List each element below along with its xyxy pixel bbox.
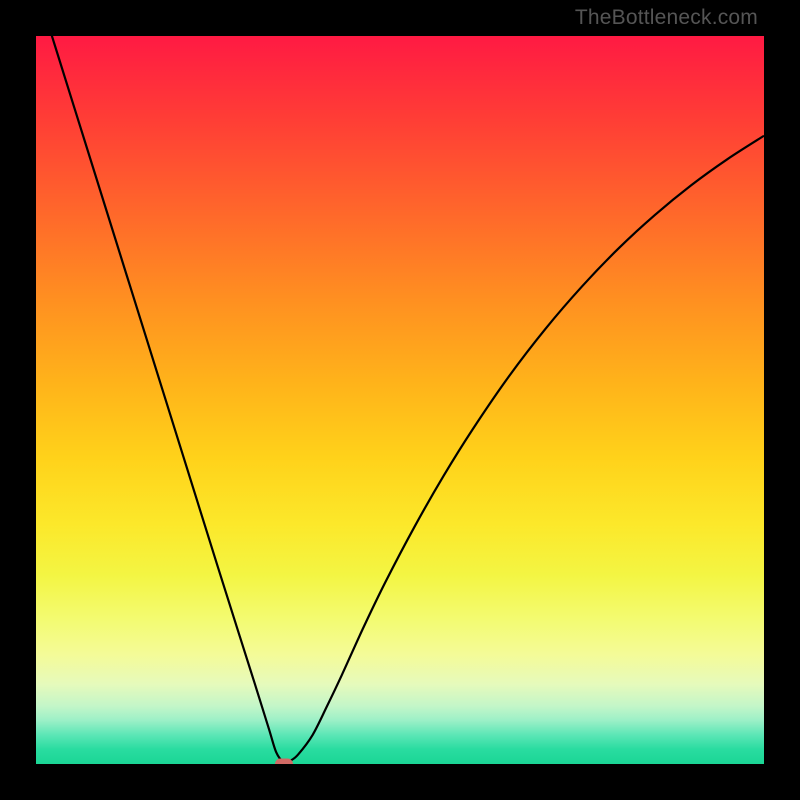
optimal-point-marker bbox=[275, 759, 293, 765]
watermark-text: TheBottleneck.com bbox=[575, 6, 758, 30]
chart-frame: TheBottleneck.com bbox=[0, 0, 800, 800]
plot-area bbox=[36, 36, 764, 764]
bottleneck-curve bbox=[36, 36, 764, 764]
